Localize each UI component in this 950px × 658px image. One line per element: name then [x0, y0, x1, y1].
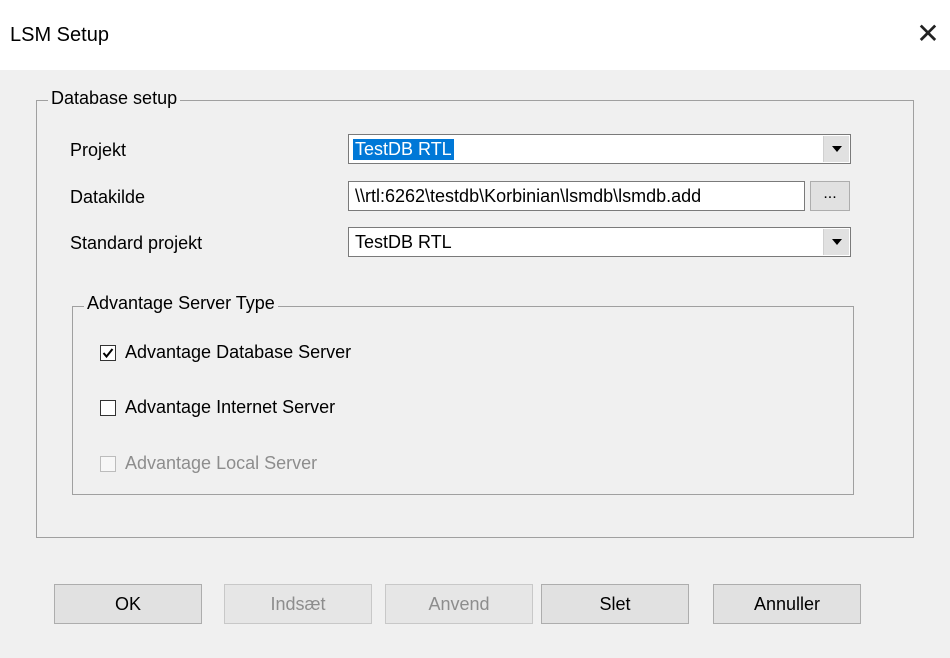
delete-button[interactable]: Slet [541, 584, 689, 624]
datakilde-value: \\rtl:6262\testdb\Korbinian\lsmdb\lsmdb.… [355, 186, 702, 206]
standard-projekt-label: Standard projekt [70, 233, 203, 253]
cancel-button[interactable]: Annuller [713, 584, 861, 624]
title-bar: LSM Setup ✕ [0, 0, 950, 70]
standard-projekt-dropdown[interactable]: TestDB RTL [348, 227, 851, 257]
chevron-down-icon [832, 146, 842, 152]
server-type-legend: Advantage Server Type [84, 293, 278, 314]
close-icon[interactable]: ✕ [912, 18, 944, 50]
ok-button[interactable]: OK [54, 584, 202, 624]
checkbox-internet-server[interactable]: Advantage Internet Server [100, 397, 400, 421]
checkbox-box[interactable] [100, 345, 116, 361]
checkbox-box[interactable] [100, 400, 116, 416]
standard-projekt-value: TestDB RTL [355, 232, 452, 252]
checkbox-box [100, 456, 116, 472]
checkbox-label: Advantage Database Server [125, 342, 352, 362]
projekt-label: Projekt [70, 140, 127, 160]
insert-button: Indsæt [224, 584, 372, 624]
checkbox-label: Advantage Local Server [125, 453, 318, 473]
checkmark-icon [102, 348, 114, 359]
chevron-down-icon [832, 239, 842, 245]
projekt-dropdown[interactable]: TestDB RTL [348, 134, 851, 164]
datakilde-input[interactable]: \\rtl:6262\testdb\Korbinian\lsmdb\lsmdb.… [348, 181, 805, 211]
window-title: LSM Setup [10, 24, 109, 46]
checkbox-label: Advantage Internet Server [125, 397, 336, 417]
database-setup-legend: Database setup [48, 88, 181, 109]
datakilde-label: Datakilde [70, 187, 146, 207]
projekt-value: TestDB RTL [353, 139, 454, 160]
standard-projekt-dropdown-button[interactable] [823, 229, 849, 255]
apply-button: Anvend [385, 584, 533, 624]
projekt-dropdown-button[interactable] [823, 136, 849, 162]
checkbox-database-server[interactable]: Advantage Database Server [100, 342, 400, 366]
checkbox-local-server: Advantage Local Server [100, 453, 400, 477]
browse-button[interactable]: ... [810, 181, 850, 211]
